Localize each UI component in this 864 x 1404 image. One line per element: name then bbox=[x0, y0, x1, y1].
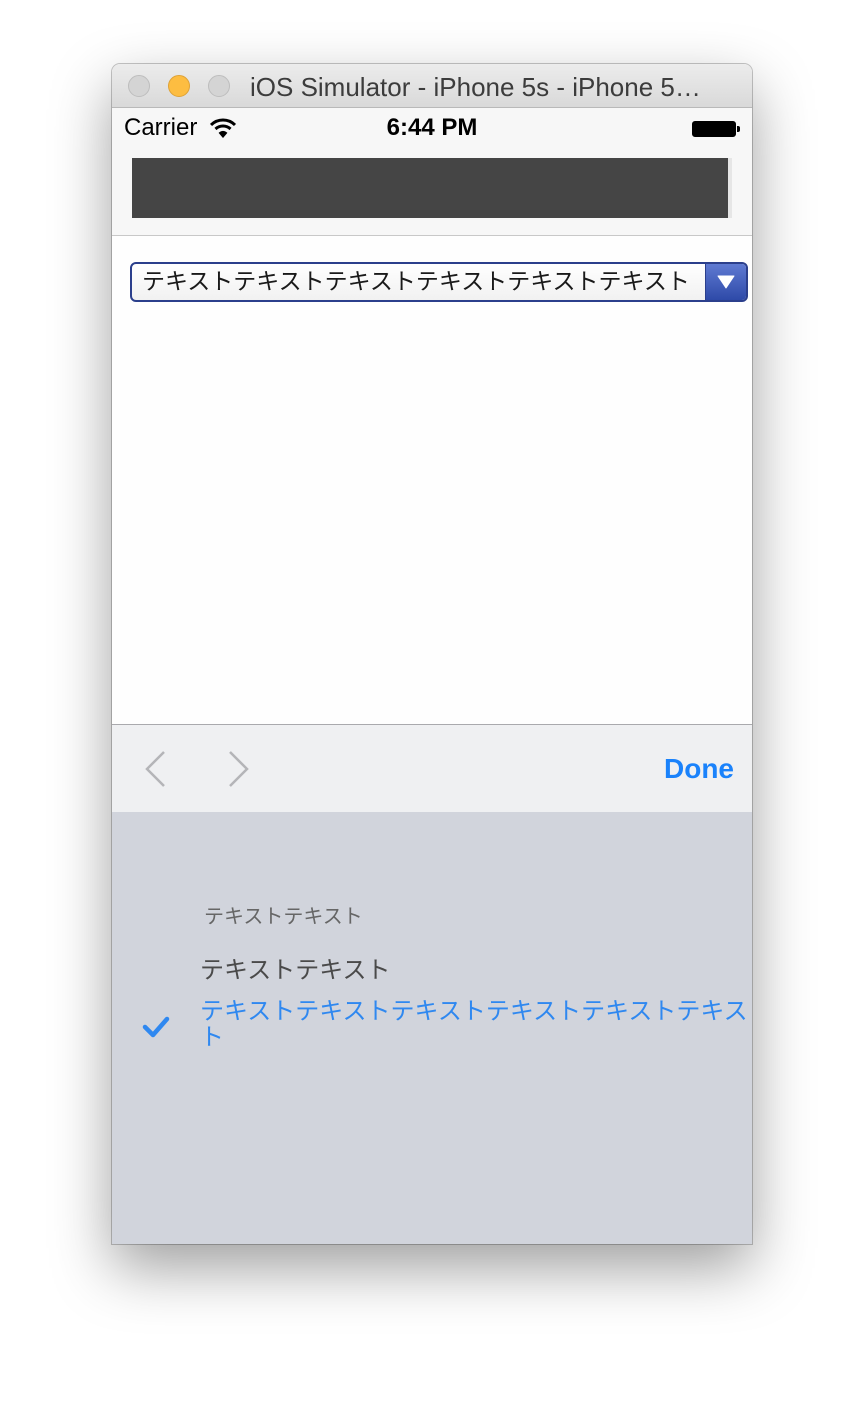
window-title: iOS Simulator - iPhone 5s - iPhone 5… bbox=[250, 72, 701, 102]
close-window-button[interactable] bbox=[128, 75, 150, 97]
triangle-down-icon bbox=[717, 275, 735, 289]
status-time: 6:44 PM bbox=[386, 114, 478, 141]
browser-nav-bar bbox=[112, 148, 752, 236]
window-titlebar: iOS Simulator - iPhone 5s - iPhone 5… bbox=[112, 64, 752, 108]
picker-option-selected[interactable]: テキストテキストテキストテキストテキストテキスト bbox=[200, 998, 752, 1050]
chevron-left-icon[interactable] bbox=[142, 749, 168, 789]
zoom-window-button[interactable] bbox=[208, 75, 230, 97]
picker-option[interactable]: テキストテキスト bbox=[200, 950, 391, 985]
status-bar: Carrier 6:44 PM bbox=[112, 108, 752, 148]
address-bar[interactable] bbox=[132, 158, 732, 218]
chevron-right-icon[interactable] bbox=[226, 749, 252, 789]
select-value: テキストテキストテキストテキストテキストテキスト bbox=[142, 269, 690, 295]
select-dropdown[interactable]: テキストテキストテキストテキストテキストテキスト bbox=[130, 262, 748, 302]
minimize-window-button[interactable] bbox=[168, 75, 190, 97]
simulator-window: iOS Simulator - iPhone 5s - iPhone 5… Ca… bbox=[112, 64, 752, 1244]
done-button[interactable]: Done bbox=[664, 753, 734, 785]
checkmark-icon bbox=[142, 1016, 170, 1038]
page-content: テキストテキストテキストテキストテキストテキスト bbox=[112, 236, 752, 724]
picker-option[interactable]: テキストテキスト bbox=[204, 900, 363, 929]
device-screen: Carrier 6:44 PM テキストテキストテキストテキストテキストテキスト bbox=[112, 108, 752, 1244]
select-arrow-button[interactable] bbox=[705, 264, 746, 300]
keyboard-accessory-bar: Done bbox=[112, 724, 752, 812]
battery-icon bbox=[692, 121, 740, 137]
option-picker: テキストテキスト テキストテキスト テキストテキストテキストテキストテキストテキ… bbox=[112, 812, 752, 1244]
